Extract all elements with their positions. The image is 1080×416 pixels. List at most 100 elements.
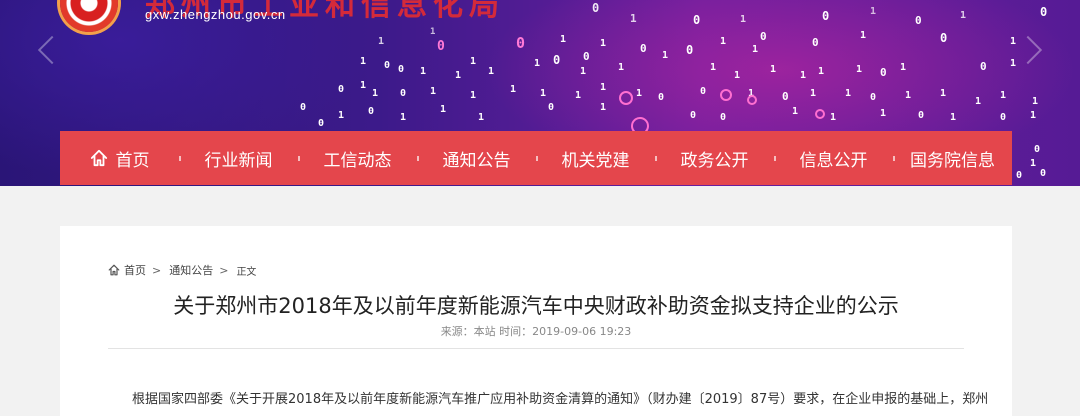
- svg-text:1: 1: [870, 6, 876, 17]
- svg-text:1: 1: [720, 36, 726, 47]
- main-nav: 首页 行业新闻 工信动态 通知公告 机关党建 政务公开 信息公开 国务院信息: [60, 131, 1012, 185]
- nav-item-label: 首页: [115, 150, 150, 171]
- article-card: 首页 > 通知公告 > 正文 关于郑州市2018年及以前年度新能源汽车中央财政补…: [60, 226, 1012, 416]
- svg-text:0: 0: [318, 118, 324, 129]
- svg-text:0: 0: [1016, 170, 1022, 181]
- svg-text:1: 1: [940, 88, 946, 99]
- nav-item-info-disclosure[interactable]: 信息公开: [774, 131, 893, 185]
- svg-text:1: 1: [430, 27, 435, 37]
- article-paragraph: 根据国家四部委《关于开展2018年及以前年度新能源汽车推广应用补助资金清算的通知…: [132, 392, 989, 407]
- svg-text:1: 1: [420, 66, 426, 77]
- breadcrumb-separator: >: [152, 263, 162, 277]
- svg-text:0: 0: [437, 39, 445, 54]
- svg-text:1: 1: [860, 30, 866, 41]
- svg-text:1: 1: [880, 108, 886, 119]
- svg-text:1: 1: [372, 88, 378, 99]
- svg-text:1: 1: [960, 10, 966, 21]
- nav-item-label: 政务公开: [680, 150, 749, 171]
- svg-text:0: 0: [1040, 5, 1047, 19]
- svg-text:1: 1: [378, 36, 384, 47]
- svg-text:0: 0: [700, 86, 706, 97]
- svg-text:0: 0: [398, 64, 404, 75]
- svg-text:1: 1: [710, 62, 716, 73]
- nav-item-industry-news[interactable]: 行业新闻: [179, 131, 298, 185]
- nav-item-label: 国务院信息: [910, 150, 995, 171]
- svg-text:0: 0: [822, 9, 829, 23]
- svg-text:1: 1: [478, 112, 484, 123]
- home-icon: [90, 149, 107, 167]
- breadcrumb-section-link[interactable]: 通知公告: [169, 262, 213, 278]
- breadcrumb-separator: >: [219, 263, 229, 277]
- svg-text:0: 0: [368, 106, 374, 117]
- svg-text:1: 1: [560, 34, 566, 45]
- svg-text:0: 0: [782, 90, 789, 103]
- svg-text:1: 1: [900, 62, 906, 73]
- svg-text:1: 1: [818, 66, 824, 77]
- svg-text:1: 1: [534, 58, 540, 69]
- svg-text:1: 1: [845, 88, 851, 99]
- svg-text:1: 1: [905, 90, 911, 101]
- site-url: gxw.zhengzhou.gov.cn: [145, 7, 286, 22]
- svg-text:1: 1: [455, 70, 461, 81]
- svg-text:1: 1: [430, 86, 436, 97]
- svg-text:1: 1: [752, 44, 758, 55]
- svg-text:1: 1: [1010, 36, 1016, 47]
- nav-item-label: 通知公告: [442, 150, 511, 171]
- svg-text:1: 1: [734, 70, 740, 81]
- svg-text:1: 1: [470, 90, 476, 101]
- svg-text:0: 0: [870, 92, 876, 103]
- nav-item-bureau-news[interactable]: 工信动态: [298, 131, 417, 185]
- breadcrumb-current: 正文: [236, 266, 257, 278]
- svg-text:0: 0: [693, 13, 700, 27]
- svg-text:0: 0: [300, 102, 306, 113]
- svg-text:1: 1: [770, 64, 776, 75]
- nav-item-home[interactable]: 首页: [60, 131, 179, 185]
- svg-text:0: 0: [720, 112, 726, 123]
- home-icon: [108, 264, 120, 276]
- nav-item-label: 机关党建: [561, 150, 630, 171]
- svg-text:1: 1: [618, 62, 624, 73]
- svg-text:1: 1: [470, 56, 476, 67]
- nav-item-label: 信息公开: [799, 150, 868, 171]
- breadcrumb-home-link[interactable]: 首页: [124, 262, 146, 278]
- svg-text:0: 0: [686, 43, 693, 57]
- svg-text:1: 1: [1032, 96, 1038, 107]
- svg-text:1: 1: [950, 112, 956, 123]
- svg-text:0: 0: [640, 42, 647, 55]
- svg-text:1: 1: [800, 70, 806, 81]
- svg-text:0: 0: [658, 92, 664, 103]
- nav-item-party-building[interactable]: 机关党建: [536, 131, 655, 185]
- svg-text:1: 1: [360, 56, 366, 67]
- article-meta: 来源：本站 时间：2019-09-06 19:23: [440, 325, 632, 338]
- svg-text:1: 1: [1030, 158, 1036, 169]
- svg-text:1: 1: [510, 84, 516, 95]
- svg-text:1: 1: [630, 12, 637, 25]
- divider: [108, 348, 964, 349]
- svg-text:0: 0: [812, 36, 819, 49]
- breadcrumb: 首页 > 通知公告 > 正文: [108, 262, 256, 278]
- svg-text:1: 1: [580, 66, 586, 77]
- svg-text:1: 1: [400, 112, 406, 123]
- svg-text:0: 0: [338, 84, 344, 95]
- nav-item-state-council-info[interactable]: 国务院信息: [893, 131, 1012, 185]
- svg-text:1: 1: [440, 104, 446, 115]
- svg-text:1: 1: [856, 64, 862, 75]
- svg-text:0: 0: [592, 1, 599, 15]
- svg-text:1: 1: [1030, 110, 1036, 121]
- svg-text:1: 1: [1000, 90, 1006, 101]
- nav-item-government-affairs[interactable]: 政务公开: [655, 131, 774, 185]
- nav-item-notices[interactable]: 通知公告: [417, 131, 536, 185]
- svg-text:0: 0: [1040, 168, 1046, 179]
- svg-text:1: 1: [662, 50, 668, 61]
- svg-text:0: 0: [940, 31, 947, 45]
- svg-text:0: 0: [400, 88, 406, 99]
- svg-text:0: 0: [548, 102, 554, 113]
- svg-text:0: 0: [1000, 112, 1006, 123]
- svg-text:1: 1: [575, 90, 581, 101]
- svg-text:0: 0: [690, 110, 696, 121]
- svg-text:1: 1: [975, 96, 981, 107]
- svg-text:0: 0: [384, 60, 390, 71]
- svg-text:1: 1: [792, 106, 798, 117]
- svg-text:1: 1: [740, 14, 746, 25]
- svg-text:1: 1: [360, 80, 366, 91]
